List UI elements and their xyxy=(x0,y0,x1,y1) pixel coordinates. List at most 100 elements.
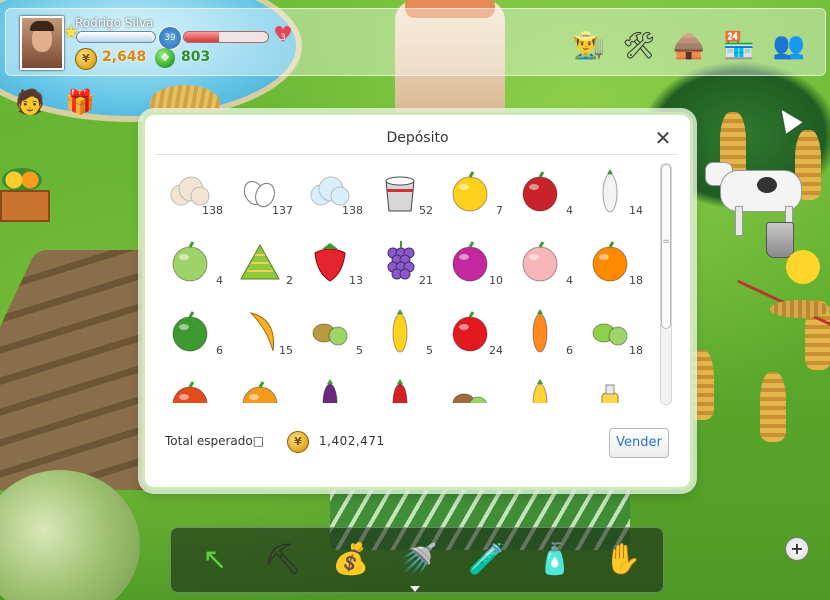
energy-bar xyxy=(183,31,269,43)
corn-icon xyxy=(517,379,563,403)
item-quantity: 6 xyxy=(216,344,223,357)
heart-icon: ♥ 3 xyxy=(273,23,293,48)
sell-button[interactable]: Vender xyxy=(609,428,669,458)
duck[interactable] xyxy=(786,250,820,284)
shop-icon[interactable]: 🏪 xyxy=(720,24,758,68)
item-quantity: 5 xyxy=(426,344,433,357)
kiwi-icon xyxy=(307,309,353,355)
coins-amount: 2,648 xyxy=(102,49,147,65)
inventory-item-milk-bucket[interactable]: 52 xyxy=(369,163,437,231)
flower-planter[interactable] xyxy=(0,168,50,222)
banana-icon xyxy=(237,309,283,355)
scrollbar-thumb[interactable] xyxy=(661,164,671,329)
inventory-item-mango[interactable] xyxy=(229,373,297,403)
inventory-item-strawberry[interactable]: 13 xyxy=(299,233,367,301)
coin-icon: ¥ xyxy=(287,431,309,453)
neighbor-avatar-icon[interactable]: 🧑 xyxy=(14,84,46,120)
close-icon[interactable]: ✕ xyxy=(652,127,674,149)
pesticide-tube-tool-icon[interactable]: 🧪 xyxy=(461,534,513,586)
inventory-item-peach[interactable]: 4 xyxy=(509,233,577,301)
inventory-item-potato[interactable] xyxy=(439,373,507,403)
item-quantity: 7 xyxy=(496,204,503,217)
shovel-tool-icon[interactable]: ⛏ xyxy=(257,534,309,586)
inventory-grid: 138 137 138 52 7 4 14 4 2 13 21 10 4 18 6 15 5 5 24 6 18 xyxy=(159,163,647,403)
inventory-grid-viewport[interactable]: 138 137 138 52 7 4 14 4 2 13 21 10 4 18 6 15 5 5 24 6 18 xyxy=(159,163,655,403)
milk-bucket[interactable] xyxy=(766,222,794,258)
beet-icon xyxy=(447,239,493,285)
melon-icon xyxy=(167,239,213,285)
potato-icon xyxy=(447,379,493,403)
item-quantity: 137 xyxy=(272,204,293,217)
inventory-item-tomato[interactable] xyxy=(159,373,227,403)
item-quantity: 4 xyxy=(566,274,573,287)
inventory-item-eggs[interactable]: 137 xyxy=(229,163,297,231)
strawberry-icon xyxy=(307,239,353,285)
scrollbar[interactable] xyxy=(660,163,672,405)
hand-tool-icon[interactable]: ✋ xyxy=(597,534,649,586)
inventory-item-kiwi[interactable]: 5 xyxy=(299,303,367,371)
pumpkin-icon xyxy=(447,169,493,215)
friends-icon[interactable]: 👥 xyxy=(770,24,808,68)
tools-icon[interactable]: 🛠 xyxy=(620,24,658,68)
item-quantity: 10 xyxy=(489,274,503,287)
pointer-tool-icon[interactable]: ↖ xyxy=(189,534,241,586)
item-quantity: 4 xyxy=(566,204,573,217)
eggplant-icon xyxy=(307,379,353,403)
item-quantity: 18 xyxy=(629,274,643,287)
item-quantity: 52 xyxy=(419,204,433,217)
item-quantity: 21 xyxy=(419,274,433,287)
inventory-item-cotton[interactable]: 138 xyxy=(299,163,367,231)
total-expected-value: 1,402,471 xyxy=(319,434,385,448)
inventory-item-wool[interactable]: 138 xyxy=(159,163,227,231)
inventory-item-watermelon[interactable]: 6 xyxy=(159,303,227,371)
zoom-in-button[interactable]: + xyxy=(785,537,809,561)
grapes-icon xyxy=(377,239,423,285)
inventory-item-apple[interactable]: 24 xyxy=(439,303,507,371)
inventory-item-pineapple[interactable]: 5 xyxy=(369,303,437,371)
nest xyxy=(770,300,830,318)
item-quantity: 138 xyxy=(202,204,223,217)
inventory-item-orange[interactable]: 18 xyxy=(579,233,647,301)
gems-amount: 803 xyxy=(181,49,211,65)
inventory-item-melon[interactable]: 4 xyxy=(159,233,227,301)
radish-icon xyxy=(587,169,633,215)
inventory-item-corn[interactable] xyxy=(509,373,577,403)
gift-box-icon[interactable]: 🎁 xyxy=(64,84,96,120)
item-quantity: 18 xyxy=(629,344,643,357)
inventory-item-chili[interactable] xyxy=(369,373,437,403)
oil-bottle-icon xyxy=(587,379,633,403)
inventory-item-eggplant[interactable] xyxy=(299,373,367,403)
hut-icon[interactable]: 🛖 xyxy=(670,24,708,68)
peas-icon xyxy=(587,309,633,355)
inventory-item-beet[interactable]: 10 xyxy=(439,233,507,301)
inventory-item-radish[interactable]: 14 xyxy=(579,163,647,231)
item-quantity: 6 xyxy=(566,344,573,357)
item-quantity: 5 xyxy=(356,344,363,357)
corn-pile-icon xyxy=(237,239,283,285)
item-quantity: 14 xyxy=(629,204,643,217)
apple-icon xyxy=(447,309,493,355)
inventory-item-banana[interactable]: 15 xyxy=(229,303,297,371)
fertilizer-tube-tool-icon[interactable]: 🧴 xyxy=(529,534,581,586)
deposit-dialog: Depósito ✕ 138 137 138 52 7 4 14 4 2 13 21 10 4 18 6 15… xyxy=(142,112,693,490)
watering-can-tool-icon[interactable]: 🚿 xyxy=(393,534,445,586)
seed-bag-tool-icon[interactable]: 💰 xyxy=(325,534,377,586)
farmer-fence-icon[interactable]: 👨‍🌾 xyxy=(570,24,608,68)
milk-bucket-icon xyxy=(377,169,423,215)
pineapple-icon xyxy=(377,309,423,355)
item-quantity: 13 xyxy=(349,274,363,287)
inventory-item-oil-bottle[interactable] xyxy=(579,373,647,403)
item-quantity: 24 xyxy=(489,344,503,357)
avatar[interactable] xyxy=(20,16,64,70)
inventory-item-carrot[interactable]: 6 xyxy=(509,303,577,371)
inventory-item-peas[interactable]: 18 xyxy=(579,303,647,371)
divider xyxy=(155,154,678,155)
coin-icon: ¥ xyxy=(75,48,97,70)
inventory-item-pomegranate[interactable]: 4 xyxy=(509,163,577,231)
hearts-count: 3 xyxy=(280,33,286,43)
inventory-item-grapes[interactable]: 21 xyxy=(369,233,437,301)
inventory-item-corn-pile[interactable]: 2 xyxy=(229,233,297,301)
cow[interactable] xyxy=(705,158,815,238)
chili-icon xyxy=(377,379,423,403)
inventory-item-pumpkin[interactable]: 7 xyxy=(439,163,507,231)
